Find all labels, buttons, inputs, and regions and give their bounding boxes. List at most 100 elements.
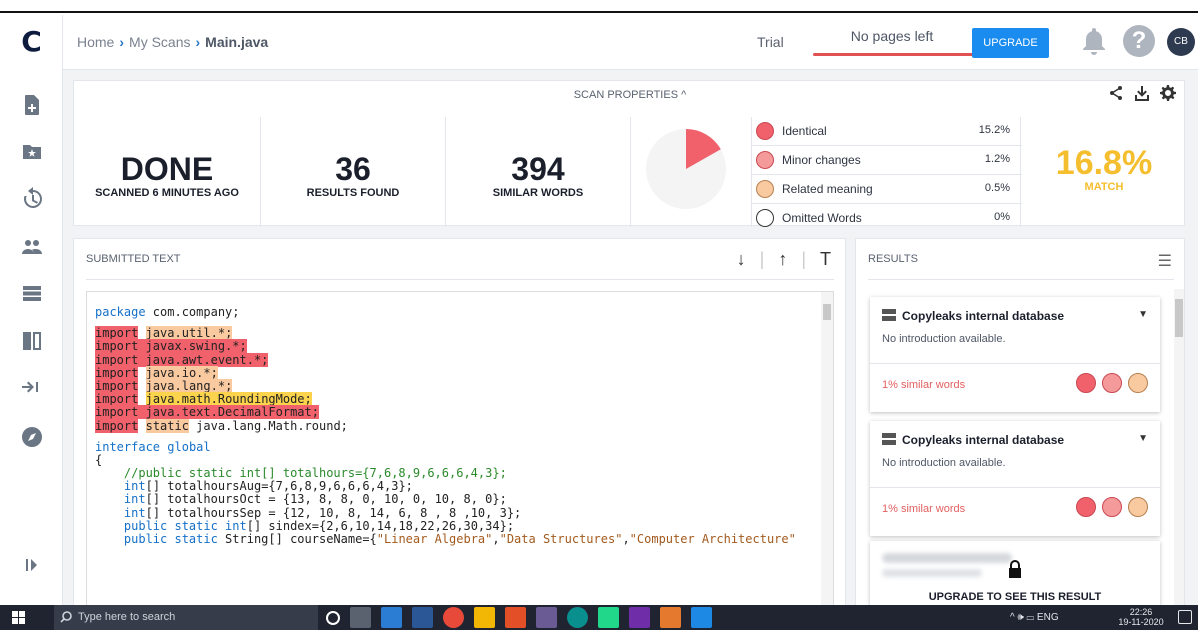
collapse-icon[interactable] bbox=[20, 375, 44, 399]
match-pie-chart bbox=[646, 129, 726, 209]
blurred-text bbox=[882, 553, 1012, 563]
code-line: import java.io.*; bbox=[95, 365, 218, 380]
app-icon[interactable] bbox=[691, 607, 712, 628]
mail-icon[interactable] bbox=[381, 607, 402, 628]
previous-match-icon[interactable]: ↑ bbox=[778, 249, 787, 270]
history-icon[interactable] bbox=[20, 187, 44, 211]
windows-taskbar: Type here to search ^ 🕪 ▭ ENG 22:26 19-1… bbox=[0, 605, 1198, 630]
copyleaks-logo[interactable]: C bbox=[0, 25, 63, 58]
code-line: import static java.lang.Math.round; bbox=[95, 418, 348, 433]
system-tray[interactable]: ^ 🕪 ▭ ENG bbox=[1010, 605, 1059, 630]
results-scrollbar-thumb[interactable] bbox=[1175, 299, 1183, 337]
chevron-down-icon[interactable]: ▼ bbox=[1138, 433, 1148, 444]
app-icon[interactable] bbox=[505, 607, 526, 628]
legend-dot bbox=[756, 151, 774, 169]
result-source: Copyleaks internal database bbox=[882, 433, 1064, 447]
result-card[interactable]: Copyleaks internal database ▼ No introdu… bbox=[870, 421, 1160, 536]
legend-label: Related meaning bbox=[782, 182, 873, 196]
divider bbox=[868, 279, 1174, 280]
app-window: C Home › My Scans › Main.java Trial No p… bbox=[0, 15, 1198, 606]
legend-value: 0.5% bbox=[984, 182, 1010, 194]
compare-icon[interactable] bbox=[20, 329, 44, 353]
legend-value: 1.2% bbox=[984, 153, 1010, 165]
sidebar: C bbox=[0, 15, 63, 605]
share-icon[interactable] bbox=[1108, 85, 1124, 101]
submitted-text-tools: ↓ | ↑ | T bbox=[737, 249, 831, 270]
cortana-icon[interactable] bbox=[326, 611, 340, 625]
clock[interactable]: 22:26 19-11-2020 bbox=[1114, 607, 1168, 627]
app-icon[interactable] bbox=[536, 607, 557, 628]
code-line: import javax.swing.*; bbox=[95, 339, 247, 354]
edge-icon[interactable] bbox=[567, 607, 588, 628]
upgrade-to-see-result[interactable]: UPGRADE TO SEE THIS RESULT bbox=[870, 591, 1160, 603]
result-source-name: Copyleaks internal database bbox=[902, 309, 1065, 323]
avatar[interactable]: CB bbox=[1167, 28, 1195, 56]
legend-value: 0% bbox=[994, 211, 1010, 223]
divider bbox=[870, 487, 1160, 488]
blurred-text bbox=[882, 569, 982, 577]
submitted-text-panel: SUBMITTED TEXT ↓ | ↑ | T package com.com… bbox=[73, 238, 846, 606]
list-icon[interactable] bbox=[20, 281, 44, 305]
pycharm-icon[interactable] bbox=[598, 607, 619, 628]
gear-icon[interactable] bbox=[1160, 85, 1176, 101]
related-meaning-dot bbox=[1128, 373, 1148, 393]
identical-dot bbox=[1076, 497, 1096, 517]
chevron-down-icon[interactable]: ▼ bbox=[1138, 309, 1148, 320]
scan-properties-panel: SCAN PROPERTIES ^ DONE SCANNED 6 MINUTES… bbox=[73, 80, 1186, 227]
similar-count: 394 bbox=[511, 151, 565, 187]
code-scrollbar-thumb[interactable] bbox=[823, 304, 831, 320]
result-card[interactable]: Copyleaks internal database ▼ No introdu… bbox=[870, 297, 1160, 412]
explore-icon[interactable] bbox=[20, 425, 44, 449]
breadcrumb: Home › My Scans › Main.java bbox=[77, 34, 268, 50]
bell-icon[interactable] bbox=[1081, 26, 1107, 56]
taskbar-apps bbox=[326, 607, 712, 628]
legend-dot bbox=[756, 180, 774, 198]
legend-dot bbox=[756, 122, 774, 140]
amazon-music-icon[interactable] bbox=[629, 607, 650, 628]
result-intro: No introduction available. bbox=[882, 333, 1006, 345]
results-panel: RESULTS ☰ Copyleaks internal database ▼ … bbox=[855, 238, 1185, 606]
next-match-icon[interactable]: ↓ bbox=[737, 249, 746, 270]
text-format-icon[interactable]: T bbox=[820, 249, 831, 270]
legend-dot bbox=[756, 209, 774, 227]
users-icon[interactable] bbox=[20, 235, 44, 259]
taskbar-search[interactable]: Type here to search bbox=[54, 605, 318, 630]
code-line: package com.company; bbox=[95, 305, 240, 319]
status-value: DONE bbox=[120, 151, 214, 187]
new-scan-icon[interactable] bbox=[20, 93, 44, 117]
task-view-icon[interactable] bbox=[350, 607, 371, 628]
download-icon[interactable] bbox=[1134, 85, 1150, 101]
filter-icon[interactable]: ☰ bbox=[1158, 251, 1172, 271]
breadcrumb-home[interactable]: Home bbox=[77, 34, 114, 50]
notifications-icon[interactable] bbox=[1178, 610, 1192, 624]
database-icon bbox=[882, 309, 896, 321]
app-icon[interactable] bbox=[660, 607, 681, 628]
results-scrollbar[interactable] bbox=[1174, 289, 1184, 606]
result-similarity: 1% similar words bbox=[882, 503, 966, 515]
code-line: import java.awt.event.*; bbox=[95, 352, 269, 367]
locked-result-card[interactable]: UPGRADE TO SEE THIS RESULT bbox=[870, 541, 1160, 606]
clock-date: 19-11-2020 bbox=[1118, 617, 1164, 627]
match-legend: Identical 15.2% Minor changes 1.2% Relat… bbox=[751, 117, 1022, 227]
legend-label: Omitted Words bbox=[782, 211, 862, 225]
code-viewer[interactable]: package com.company; import java.util.*;… bbox=[86, 291, 834, 606]
results-title: RESULTS bbox=[868, 253, 918, 265]
breadcrumb-separator: › bbox=[195, 34, 201, 50]
expand-sidebar-icon[interactable] bbox=[20, 553, 44, 577]
chrome-icon[interactable] bbox=[443, 607, 464, 628]
scan-properties-toggle[interactable]: SCAN PROPERTIES ^ bbox=[74, 89, 1186, 101]
results-found: 36 RESULTS FOUND bbox=[261, 117, 446, 227]
result-match-dots bbox=[1076, 373, 1148, 393]
database-icon bbox=[882, 433, 896, 445]
starred-folder-icon[interactable] bbox=[20, 140, 44, 164]
file-explorer-icon[interactable] bbox=[474, 607, 495, 628]
breadcrumb-my-scans[interactable]: My Scans bbox=[129, 34, 190, 50]
code-scrollbar[interactable] bbox=[821, 292, 833, 606]
upgrade-button[interactable]: UPGRADE bbox=[972, 28, 1049, 58]
code-line: public static String[] courseName={"Line… bbox=[123, 532, 796, 546]
help-icon[interactable]: ? bbox=[1123, 25, 1155, 57]
related-meaning-dot bbox=[1128, 497, 1148, 517]
word-icon[interactable] bbox=[412, 607, 433, 628]
legend-label: Minor changes bbox=[782, 153, 861, 167]
windows-start-icon[interactable] bbox=[12, 611, 25, 624]
